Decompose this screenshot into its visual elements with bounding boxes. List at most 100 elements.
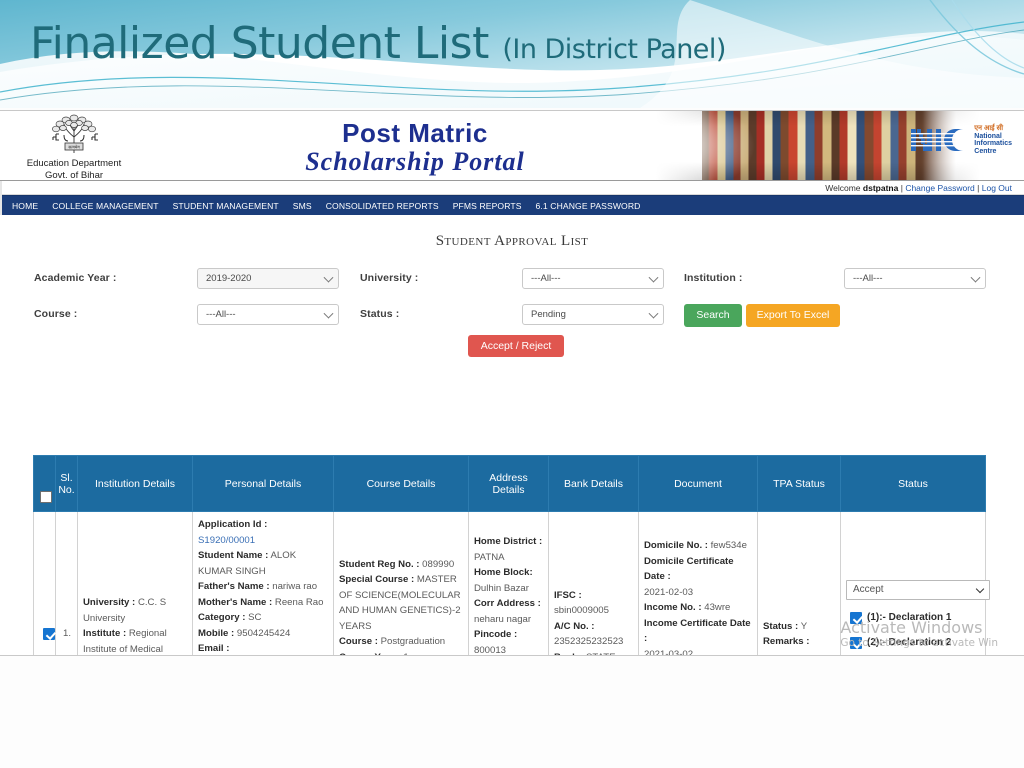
chevron-down-icon bbox=[323, 272, 334, 283]
category-value: SC bbox=[248, 612, 262, 623]
mobile-value: 9504245424 bbox=[236, 627, 291, 639]
nav-item-college-management[interactable]: COLLEGE MANAGEMENT bbox=[52, 201, 158, 211]
status-select[interactable]: Pending bbox=[522, 304, 664, 325]
corr-address-value: neharu nagar bbox=[474, 613, 532, 625]
university-select[interactable]: ---All--- bbox=[522, 268, 664, 289]
declaration-row-2: (2):- Declaration 2 bbox=[846, 634, 981, 652]
header-course-details: Course Details bbox=[333, 455, 469, 512]
father-name-key: Father's Name : bbox=[198, 581, 270, 592]
tree-emblem-icon: सत्यमेव bbox=[52, 114, 98, 153]
table-row: 1. University : C.C. S University Instit… bbox=[33, 511, 990, 656]
search-button[interactable]: Search bbox=[684, 304, 742, 327]
nic-line-3: Centre bbox=[974, 147, 997, 155]
corr-address-key: Corr Address : bbox=[474, 598, 541, 609]
mother-name-key: Mother's Name : bbox=[198, 596, 273, 608]
father-name-value: nariwa rao bbox=[272, 581, 318, 592]
income-no-key: Income No. : bbox=[644, 602, 702, 613]
domicile-date-value: 2021-02-03 bbox=[644, 586, 694, 598]
ifsc-value: sbin0009005 bbox=[554, 605, 609, 616]
domicile-no-key: Domicile No. : bbox=[644, 540, 708, 551]
status-label: Status : bbox=[360, 308, 400, 320]
nav-item-student-management[interactable]: STUDENT MANAGEMENT bbox=[173, 201, 279, 211]
academic-year-select[interactable]: 2019-2020 bbox=[197, 268, 339, 289]
cell-course-details: Student Reg No. : 089990 Special Course … bbox=[333, 511, 469, 656]
header-personal-details: Personal Details bbox=[192, 455, 334, 512]
income-no-value: 43wre bbox=[704, 602, 731, 613]
logout-link[interactable]: Log Out bbox=[982, 183, 1012, 193]
chevron-down-icon bbox=[975, 584, 985, 594]
header-address-line-2: Details bbox=[492, 483, 525, 496]
header-tpa-status: TPA Status bbox=[757, 455, 841, 512]
institution-label: Institution : bbox=[684, 272, 743, 284]
nav-item-sms[interactable]: SMS bbox=[293, 201, 312, 211]
institute-key: Institute : bbox=[83, 628, 127, 640]
slide-title-sub: (In District Panel) bbox=[502, 34, 726, 65]
declaration-1-checkbox[interactable] bbox=[850, 612, 862, 624]
header-address-line-1: Address bbox=[489, 471, 528, 484]
course-year-key: Course Year : bbox=[339, 652, 401, 656]
course-value: Postgraduation bbox=[380, 636, 446, 647]
student-approval-table-wrapper: Sl. No. Institution Details Personal Det… bbox=[33, 455, 990, 656]
status-action-select[interactable]: Accept bbox=[846, 580, 990, 600]
tpa-remarks-key: Remarks : bbox=[763, 636, 810, 647]
status-action-value: Accept bbox=[853, 584, 884, 595]
row-select-cell bbox=[33, 511, 56, 655]
nic-line-1: National bbox=[974, 132, 1002, 140]
application-id-value[interactable]: S1920/00001 bbox=[198, 535, 255, 546]
institution-select[interactable]: ---All--- bbox=[844, 268, 986, 289]
welcome-username: dstpatna bbox=[862, 183, 899, 193]
ifsc-key: IFSC : bbox=[554, 589, 582, 601]
page-body: Student Approval List Academic Year : 20… bbox=[0, 215, 1024, 656]
filter-panel: Academic Year : 2019-2020 University : -… bbox=[0, 260, 1024, 357]
change-password-link[interactable]: Change Password bbox=[905, 183, 974, 193]
mother-name-value: Reena Rao bbox=[274, 596, 324, 608]
accept-reject-button[interactable]: Accept / Reject bbox=[468, 335, 564, 357]
category-key: Category : bbox=[198, 612, 246, 623]
row-select-checkbox[interactable] bbox=[43, 628, 55, 640]
nav-item-change-password[interactable]: 6.1 CHANGE PASSWORD bbox=[536, 201, 641, 211]
slide-title: Finalized Student List (In District Pane… bbox=[30, 18, 726, 69]
header-status: Status bbox=[840, 455, 986, 512]
application-id-key: Application Id : bbox=[198, 519, 268, 530]
slide-title-main: Finalized Student List bbox=[30, 18, 489, 69]
portal-masthead: सत्यमेव Education Department Govt. of Bi… bbox=[0, 111, 1024, 181]
export-to-excel-button[interactable]: Export To Excel bbox=[746, 304, 840, 327]
nav-item-pfms-reports[interactable]: PFMS REPORTS bbox=[453, 201, 522, 211]
nav-item-consolidated-reports[interactable]: CONSOLIDATED REPORTS bbox=[326, 201, 439, 211]
course-value: ---All--- bbox=[206, 309, 236, 320]
academic-year-label: Academic Year : bbox=[34, 272, 117, 284]
declaration-1-label: (1):- Declaration 1 bbox=[867, 612, 952, 624]
nav-item-home[interactable]: HOME bbox=[12, 201, 38, 211]
svg-text:सत्यमेव: सत्यमेव bbox=[68, 145, 80, 150]
cell-status: Accept (1):- Declaration 1 (2):- Declara… bbox=[840, 511, 990, 655]
nic-line-2: Informatics bbox=[974, 140, 1012, 148]
portal-title-line-2: Scholarship Portal bbox=[305, 147, 525, 176]
university-key: University : bbox=[83, 597, 136, 609]
header-address-details: Address Details bbox=[468, 455, 549, 512]
tpa-status-key: Status : bbox=[763, 620, 799, 632]
ac-no-key: A/C No. : bbox=[554, 620, 595, 632]
main-navigation: HOME COLLEGE MANAGEMENT STUDENT MANAGEME… bbox=[0, 195, 1024, 215]
academic-year-value: 2019-2020 bbox=[206, 273, 252, 284]
portal-title-line-1: Post Matric bbox=[342, 118, 488, 148]
email-key: Email : bbox=[198, 643, 230, 654]
mobile-key: Mobile : bbox=[198, 627, 235, 639]
welcome-bar: Welcome dstpatna | Change Password | Log… bbox=[0, 181, 1024, 195]
income-date-value: 2021-03-02 bbox=[644, 648, 694, 656]
declaration-row-1: (1):- Declaration 1 bbox=[846, 609, 981, 627]
declaration-2-checkbox[interactable] bbox=[850, 637, 862, 649]
table-body: 1. University : C.C. S University Instit… bbox=[33, 511, 990, 656]
portal-title: Post Matric Scholarship Portal bbox=[250, 119, 580, 177]
nic-hindi: एन आई सी bbox=[974, 125, 1004, 132]
course-select[interactable]: ---All--- bbox=[197, 304, 339, 325]
select-all-checkbox[interactable] bbox=[40, 491, 52, 503]
reg-no-key: Student Reg No. : bbox=[339, 558, 420, 570]
nic-text-block: एन आई सी National Informatics Centre bbox=[974, 125, 1012, 155]
home-district-value: PATNA bbox=[474, 551, 505, 563]
presentation-slide: Finalized Student List (In District Pane… bbox=[0, 0, 1024, 768]
ac-no-value: 2352325232523 bbox=[554, 636, 624, 647]
header-institution-details: Institution Details bbox=[77, 455, 193, 512]
domicile-date-key: Domicile Certificate Date : bbox=[644, 555, 734, 583]
corr-pincode-key: Pincode : bbox=[474, 629, 518, 640]
cell-address-details: Home District : PATNA Home Block: Dulhin… bbox=[468, 511, 549, 655]
